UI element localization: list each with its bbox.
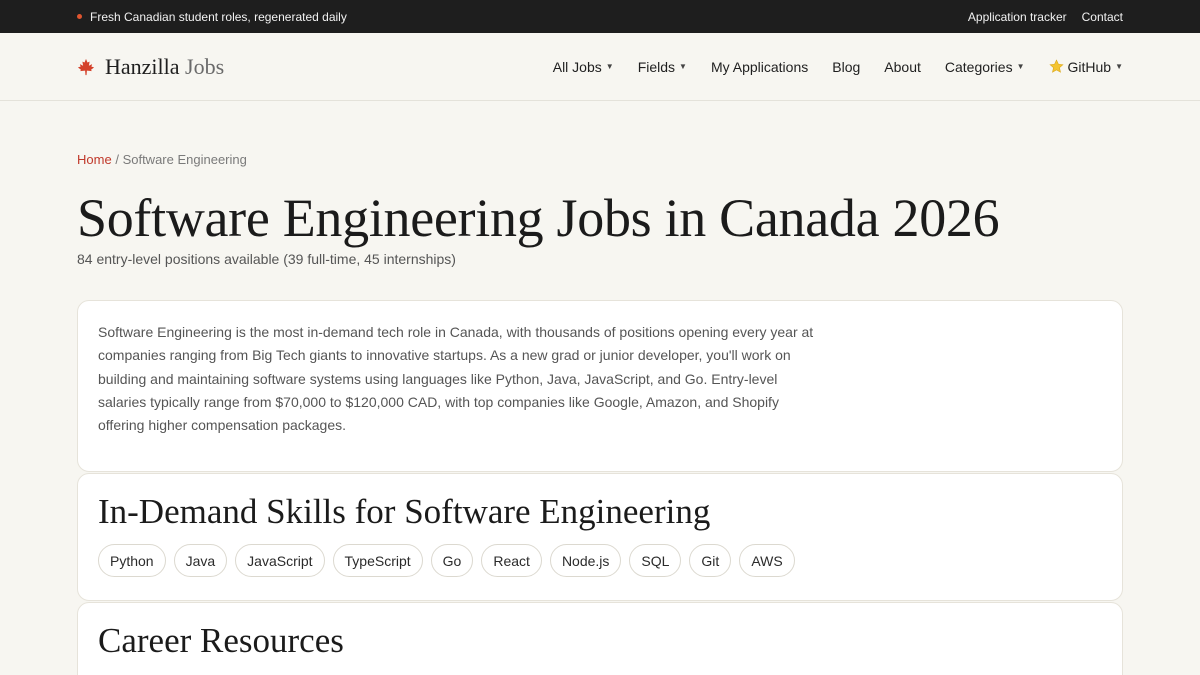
nav-about[interactable]: About — [884, 59, 921, 75]
skill-chip-git[interactable]: Git — [689, 544, 732, 578]
nav-categories-label: Categories — [944, 58, 1013, 75]
nav-github-label: GitHub — [1067, 58, 1112, 75]
nav-blog-label: Blog — [832, 58, 861, 75]
breadcrumb-home-link[interactable]: Home — [77, 152, 112, 167]
caret-down-icon: ▼ — [605, 62, 614, 71]
skill-chip-react[interactable]: React — [481, 544, 542, 578]
nav-about-label: About — [884, 58, 921, 75]
nav-categories[interactable]: Categories ▼ — [945, 59, 1025, 75]
contact-link[interactable]: Contact — [1082, 10, 1123, 24]
breadcrumb-separator: / — [115, 152, 119, 167]
skills-heading: In-Demand Skills for Software Engineerin… — [98, 492, 711, 531]
breadcrumb: Home / Software Engineering — [77, 152, 1123, 167]
intro-text: Software Engineering is the most in-dema… — [98, 324, 814, 434]
page-title: Software Engineering Jobs in Canada 2026 — [77, 188, 1000, 248]
site-header: Hanzilla Jobs All Jobs ▼ Fields ▼ My App… — [0, 33, 1200, 101]
nav-all-jobs[interactable]: All Jobs ▼ — [553, 59, 614, 75]
resources-card: Career Resources — [77, 602, 1123, 675]
star-icon — [1048, 59, 1064, 73]
skills-card: In-Demand Skills for Software Engineerin… — [77, 473, 1123, 601]
skill-chip-java[interactable]: Java — [173, 544, 228, 578]
brand-name: Hanzilla Jobs — [105, 54, 224, 80]
nav-my-applications[interactable]: My Applications — [711, 59, 808, 75]
brand-name-secondary: Jobs — [185, 53, 225, 79]
application-tracker-link[interactable]: Application tracker — [968, 10, 1067, 24]
resources-heading: Career Resources — [98, 621, 344, 660]
nav-fields-label: Fields — [637, 58, 676, 75]
maple-leaf-icon — [77, 58, 95, 75]
skill-chip-aws[interactable]: AWS — [739, 544, 795, 578]
nav-fields[interactable]: Fields ▼ — [638, 59, 687, 75]
skills-chip-list: Python Java JavaScript TypeScript Go Rea… — [98, 544, 1102, 578]
breadcrumb-current: Software Engineering — [122, 152, 247, 167]
main-content: Home / Software Engineering Software Eng… — [0, 152, 1200, 675]
announcement: Fresh Canadian student roles, regenerate… — [77, 10, 347, 24]
announcement-text: Fresh Canadian student roles, regenerate… — [90, 9, 347, 24]
nav-blog[interactable]: Blog — [832, 59, 860, 75]
skill-chip-typescript[interactable]: TypeScript — [332, 544, 423, 578]
caret-down-icon: ▼ — [1115, 62, 1123, 71]
skill-chip-go[interactable]: Go — [430, 544, 474, 578]
announcement-bar: Fresh Canadian student roles, regenerate… — [0, 0, 1200, 33]
brand-logo[interactable]: Hanzilla Jobs — [77, 54, 224, 80]
skill-chip-sql[interactable]: SQL — [629, 544, 682, 578]
skill-chip-nodejs[interactable]: Node.js — [549, 544, 622, 578]
caret-down-icon: ▼ — [679, 62, 687, 71]
brand-name-primary: Hanzilla — [105, 53, 180, 79]
status-dot-icon — [77, 14, 82, 19]
topbar-links: Application tracker Contact — [968, 10, 1123, 24]
page-subtitle: 84 entry-level positions available (39 f… — [77, 251, 456, 267]
nav-my-applications-label: My Applications — [710, 58, 809, 75]
nav-all-jobs-label: All Jobs — [552, 58, 602, 75]
main-nav: All Jobs ▼ Fields ▼ My Applications Blog… — [553, 59, 1123, 75]
skill-chip-python[interactable]: Python — [98, 544, 166, 578]
nav-github[interactable]: GitHub ▼ — [1048, 58, 1123, 75]
intro-card: Software Engineering is the most in-dema… — [77, 300, 1123, 472]
skill-chip-javascript[interactable]: JavaScript — [235, 544, 325, 578]
caret-down-icon: ▼ — [1016, 62, 1025, 71]
